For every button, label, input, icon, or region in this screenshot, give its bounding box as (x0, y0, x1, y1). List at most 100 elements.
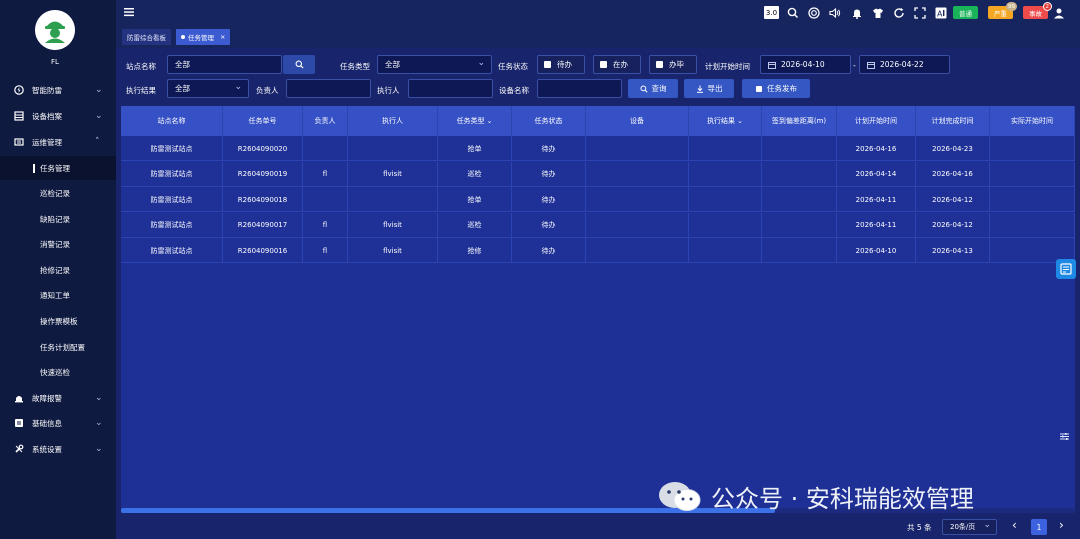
badge-label: 普通 (959, 9, 972, 18)
checkbox-box (656, 61, 663, 68)
column-header: 站点名称 (121, 106, 223, 136)
chevron-down-icon: ⌄ (477, 58, 485, 68)
sub-repair-records[interactable]: 抢修记录 (0, 258, 116, 282)
column-header-label: 执行结果 (707, 117, 736, 125)
sub-task-plan-config[interactable]: 任务计划配置 (0, 335, 116, 359)
table-row[interactable]: 防雷测试站点 R2604090018 抢单 待办 2026-04-11 2026-04-1… (121, 187, 1075, 212)
export-button[interactable]: 导出 (684, 79, 734, 98)
column-header-label: 计划完成时间 (931, 117, 974, 125)
table-cell: 2026-04-16 (916, 161, 990, 187)
close-icon[interactable]: × (220, 33, 225, 41)
search-icon[interactable] (786, 6, 799, 19)
site-search-button[interactable] (283, 55, 315, 74)
column-header[interactable]: 任务类型 ⌄ (438, 106, 512, 136)
column-header: 负责人 (303, 106, 348, 136)
text-size-icon[interactable]: A (934, 6, 947, 19)
table-cell: 2026-04-16 (837, 136, 916, 161)
sub-label: 通知工单 (40, 290, 70, 300)
tab-dashboard[interactable]: 防雷综合看板 (122, 29, 171, 45)
nav-maintenance[interactable]: 运维管理 ˄ (0, 130, 116, 154)
status-checkbox-doing[interactable]: 在办 (593, 55, 641, 74)
table-cell: 防雷测试站点 (121, 187, 223, 212)
owner-input[interactable] (286, 79, 371, 98)
bell-icon[interactable] (850, 6, 863, 19)
table-row[interactable]: 防雷测试站点 R2604090019 fl flvisit 巡检 待办 2026-04-14… (121, 161, 1075, 187)
avatar[interactable] (35, 10, 75, 50)
table-row[interactable]: 防雷测试站点 R2604090016 fl flvisit 抢修 待办 2026-04-10… (121, 238, 1075, 263)
column-settings-icon[interactable] (1060, 432, 1069, 443)
prev-page-button[interactable]: ‹ (1012, 518, 1017, 532)
float-panel-button[interactable] (1056, 259, 1076, 279)
settings-icon (14, 444, 24, 454)
table-cell (990, 161, 1075, 187)
alarm-icon (14, 393, 24, 403)
next-page-button[interactable]: › (1059, 518, 1064, 532)
user-icon[interactable] (1052, 6, 1065, 19)
archive-icon (14, 111, 24, 121)
info-icon (14, 418, 24, 428)
sub-label: 缺陷记录 (40, 214, 70, 224)
column-header[interactable]: 执行结果 ⌄ (689, 106, 762, 136)
table-cell (762, 238, 837, 263)
sub-ticket-template[interactable]: 操作票模板 (0, 309, 116, 333)
support-icon[interactable] (807, 6, 820, 19)
task-publish-button[interactable]: 任务发布 (742, 79, 810, 98)
active-dot (181, 35, 185, 39)
table-cell (762, 187, 837, 212)
table-cell: 待办 (512, 187, 586, 212)
table-cell (586, 212, 689, 238)
calendar-icon (768, 61, 776, 69)
device-name-input[interactable] (537, 79, 622, 98)
wechat-icon (659, 482, 701, 511)
search-icon (295, 60, 304, 69)
site-name-label: 站点名称 (126, 62, 156, 71)
fullscreen-icon[interactable] (913, 6, 926, 19)
table-row[interactable]: 防雷测试站点 R2604090017 fl flvisit 巡检 待办 2026-04-11… (121, 212, 1075, 238)
sub-notice-orders[interactable]: 通知工单 (0, 283, 116, 307)
tab-label: 防雷综合看板 (127, 34, 166, 42)
table-cell: 抢单 (438, 136, 512, 161)
nav-label: 基础信息 (32, 418, 62, 428)
nav-smart-lightning[interactable]: 智能防雷 ⌄ (0, 78, 116, 102)
exec-result-select[interactable]: 全部 ⌄ (167, 79, 249, 98)
table-cell (689, 212, 762, 238)
nav-device-archive[interactable]: 设备档案 ⌄ (0, 104, 116, 128)
alarm-level-accident-badge[interactable]: 事故 2 (1023, 2, 1052, 19)
sub-inspection-records[interactable]: 巡检记录 (0, 181, 116, 205)
column-header: 执行人 (348, 106, 438, 136)
table-cell (990, 187, 1075, 212)
date-value: 2026-04-22 (880, 60, 924, 69)
sub-quick-inspection[interactable]: 快速巡检 (0, 360, 116, 384)
executor-input[interactable] (408, 79, 493, 98)
download-icon (696, 85, 703, 93)
menu-icon[interactable] (124, 7, 134, 17)
page-size-select[interactable]: 20条/页 ⌄ (942, 519, 997, 535)
tab-task-management[interactable]: 任务管理 × (176, 29, 231, 45)
alarm-level-normal-badge[interactable]: 普通 (953, 6, 978, 19)
select-value: 全部 (175, 60, 190, 69)
status-checkbox-done[interactable]: 办毕 (649, 55, 697, 74)
column-header: 实际开始时间 (990, 106, 1075, 136)
query-button[interactable]: 查询 (628, 79, 678, 98)
nav-system-settings[interactable]: 系统设置 ⌄ (0, 437, 116, 461)
table-cell: 防雷测试站点 (121, 238, 223, 263)
refresh-icon[interactable] (892, 6, 905, 19)
nav-basic-info[interactable]: 基础信息 ⌄ (0, 411, 116, 435)
status-checkbox-todo[interactable]: 待办 (537, 55, 585, 74)
nav-fault-alarm[interactable]: 故障报警 ⌄ (0, 386, 116, 410)
sub-alarm-clear-records[interactable]: 消警记录 (0, 232, 116, 256)
page-1-button[interactable]: 1 (1031, 519, 1047, 535)
alarm-level-serious-badge[interactable]: 严重 99 (988, 2, 1017, 19)
sub-task-management[interactable]: 任务管理 (0, 156, 116, 180)
shirt-icon[interactable] (871, 6, 884, 19)
end-date-input[interactable]: 2026-04-22 (859, 55, 950, 74)
version-badge[interactable]: 3.0 (764, 6, 779, 19)
select-value: 全部 (385, 60, 400, 69)
volume-icon[interactable] (828, 6, 841, 19)
task-type-select[interactable]: 全部 ⌄ (377, 55, 492, 74)
sub-defect-records[interactable]: 缺陷记录 (0, 207, 116, 231)
sub-label: 巡检记录 (40, 188, 70, 198)
start-date-input[interactable]: 2026-04-10 (760, 55, 851, 74)
table-row[interactable]: 防雷测试站点 R2604090020 抢单 待办 2026-04-16 2026-04-2… (121, 136, 1075, 161)
site-name-select[interactable]: 全部 (167, 55, 282, 74)
